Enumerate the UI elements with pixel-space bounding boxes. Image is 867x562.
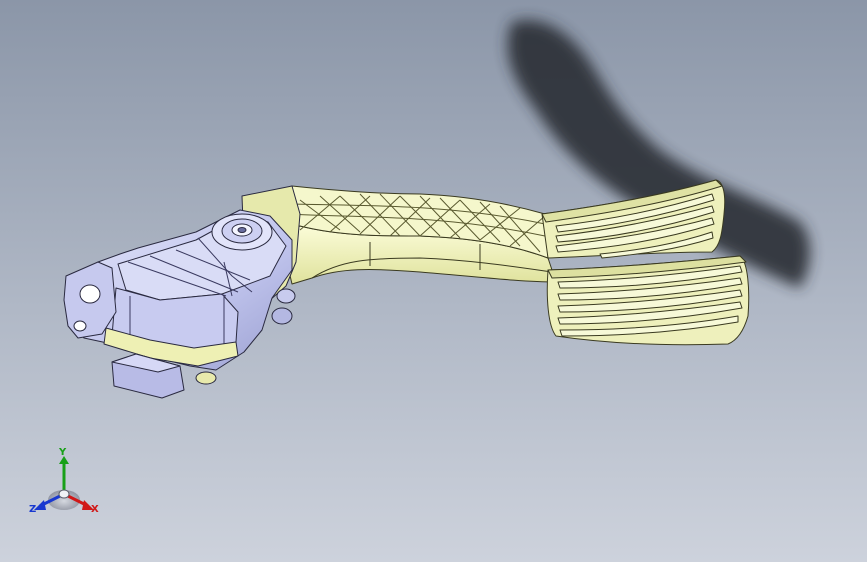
orientation-triad: Y X Z bbox=[26, 448, 106, 524]
model-view[interactable] bbox=[0, 0, 867, 562]
z-axis-label: Z bbox=[29, 504, 37, 515]
lower-pedal-pad[interactable] bbox=[546, 255, 750, 346]
triad-origin bbox=[58, 489, 70, 499]
graphics-viewport[interactable]: Y X Z bbox=[0, 0, 867, 562]
x-axis-label: X bbox=[91, 504, 99, 515]
y-axis-label: Y bbox=[59, 447, 67, 458]
